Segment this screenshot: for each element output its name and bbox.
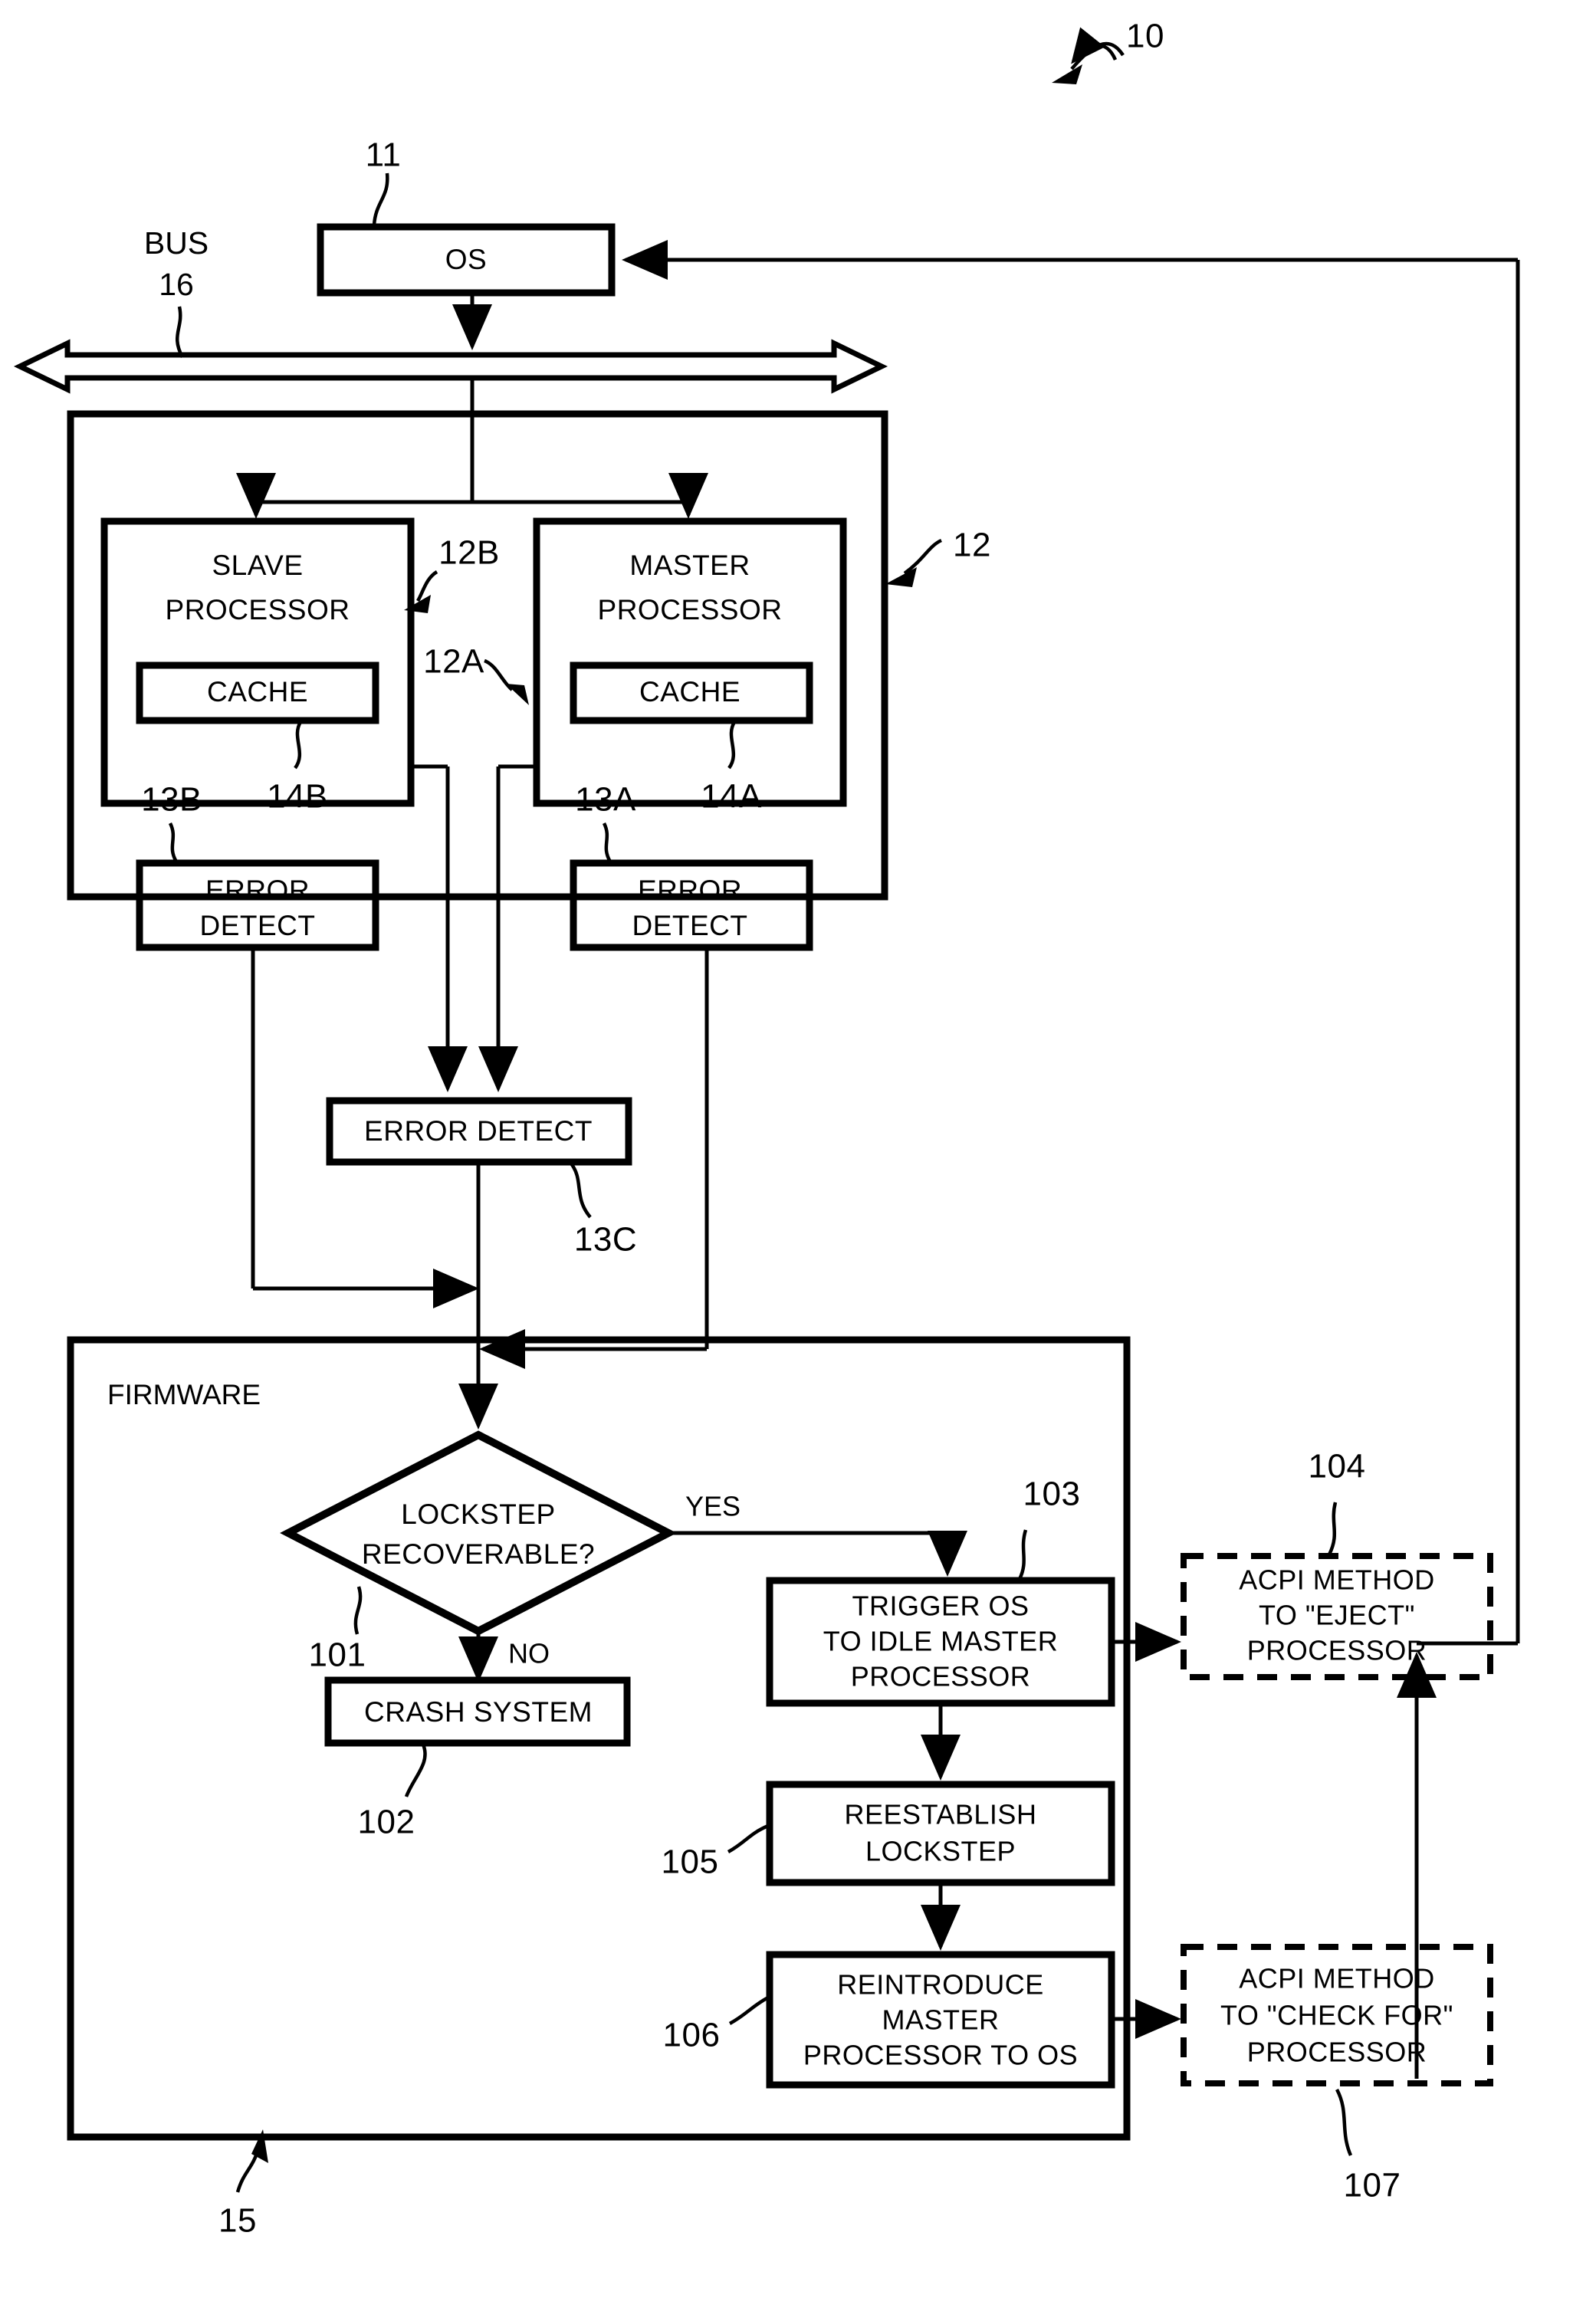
reintroduce-line2: MASTER: [882, 2004, 999, 2036]
ref-12A: 12A: [423, 643, 484, 681]
master-error-detect-line1: ERROR: [638, 875, 742, 906]
ref-102: 102: [358, 1804, 415, 1841]
crash-system-label: CRASH SYSTEM: [364, 1696, 593, 1728]
acpi-check-line3: PROCESSOR: [1247, 2037, 1427, 2068]
slave-error-detect-line1: ERROR: [205, 875, 310, 906]
ref-104: 104: [1309, 1448, 1366, 1485]
reintroduce-line3: PROCESSOR TO OS: [803, 2040, 1078, 2071]
acpi-eject-line2: TO "EJECT": [1259, 1600, 1415, 1631]
acpi-eject-line3: PROCESSOR: [1247, 1635, 1427, 1666]
ref-12B: 12B: [438, 534, 500, 572]
ref-105: 105: [662, 1843, 719, 1881]
decision-yes-label: YES: [685, 1491, 741, 1522]
reestablish-line2: LOCKSTEP: [865, 1836, 1016, 1867]
decision-line1: LOCKSTEP: [401, 1499, 555, 1530]
master-processor-line1: MASTER: [629, 550, 750, 581]
acpi-check-line1: ACPI METHOD: [1239, 1963, 1435, 1994]
master-error-detect-line2: DETECT: [632, 910, 748, 941]
ref-13B: 13B: [141, 781, 202, 819]
ref-107: 107: [1344, 2167, 1401, 2204]
ref-10: 10: [1126, 18, 1164, 55]
central-error-detect-label: ERROR DETECT: [364, 1115, 593, 1147]
slave-processor-line2: PROCESSOR: [166, 594, 350, 625]
patent-figure-canvas: 10 11 OS BUS 16 12 SLAVE PROCESSOR 12B C…: [0, 0, 1596, 2311]
os-label: OS: [445, 244, 487, 275]
ref-14A: 14A: [701, 778, 762, 816]
ref-13A: 13A: [575, 781, 636, 819]
ref-106: 106: [663, 2017, 721, 2054]
ref-12: 12: [953, 527, 991, 564]
master-cache-label: CACHE: [639, 676, 741, 707]
ref-101: 101: [309, 1636, 366, 1674]
diagram-text: 10 11 OS BUS 16 12 SLAVE PROCESSOR 12B C…: [107, 18, 1453, 2240]
reestablish-line1: REESTABLISH: [845, 1799, 1037, 1830]
reintroduce-line1: REINTRODUCE: [837, 1969, 1044, 2001]
bus-label: BUS: [144, 225, 209, 261]
master-processor-line2: PROCESSOR: [598, 594, 783, 625]
ref-11: 11: [366, 136, 402, 174]
trigger-os-line3: PROCESSOR: [851, 1661, 1031, 1692]
trigger-os-line2: TO IDLE MASTER: [823, 1626, 1058, 1657]
slave-processor-line1: SLAVE: [212, 550, 303, 581]
slave-cache-label: CACHE: [207, 676, 308, 707]
acpi-eject-line1: ACPI METHOD: [1239, 1564, 1435, 1596]
bus-ref: 16: [159, 267, 194, 302]
decision-line2: RECOVERABLE?: [362, 1538, 595, 1570]
ref-103: 103: [1023, 1476, 1081, 1513]
trigger-os-line1: TRIGGER OS: [852, 1590, 1029, 1622]
ref-13C: 13C: [574, 1221, 637, 1259]
slave-error-detect-line2: DETECT: [200, 910, 316, 941]
ref-14B: 14B: [267, 778, 328, 816]
acpi-check-line2: TO "CHECK FOR": [1220, 2000, 1453, 2031]
decision-no-label: NO: [508, 1638, 550, 1669]
ref-15: 15: [218, 2202, 257, 2240]
firmware-label: FIRMWARE: [107, 1379, 261, 1410]
